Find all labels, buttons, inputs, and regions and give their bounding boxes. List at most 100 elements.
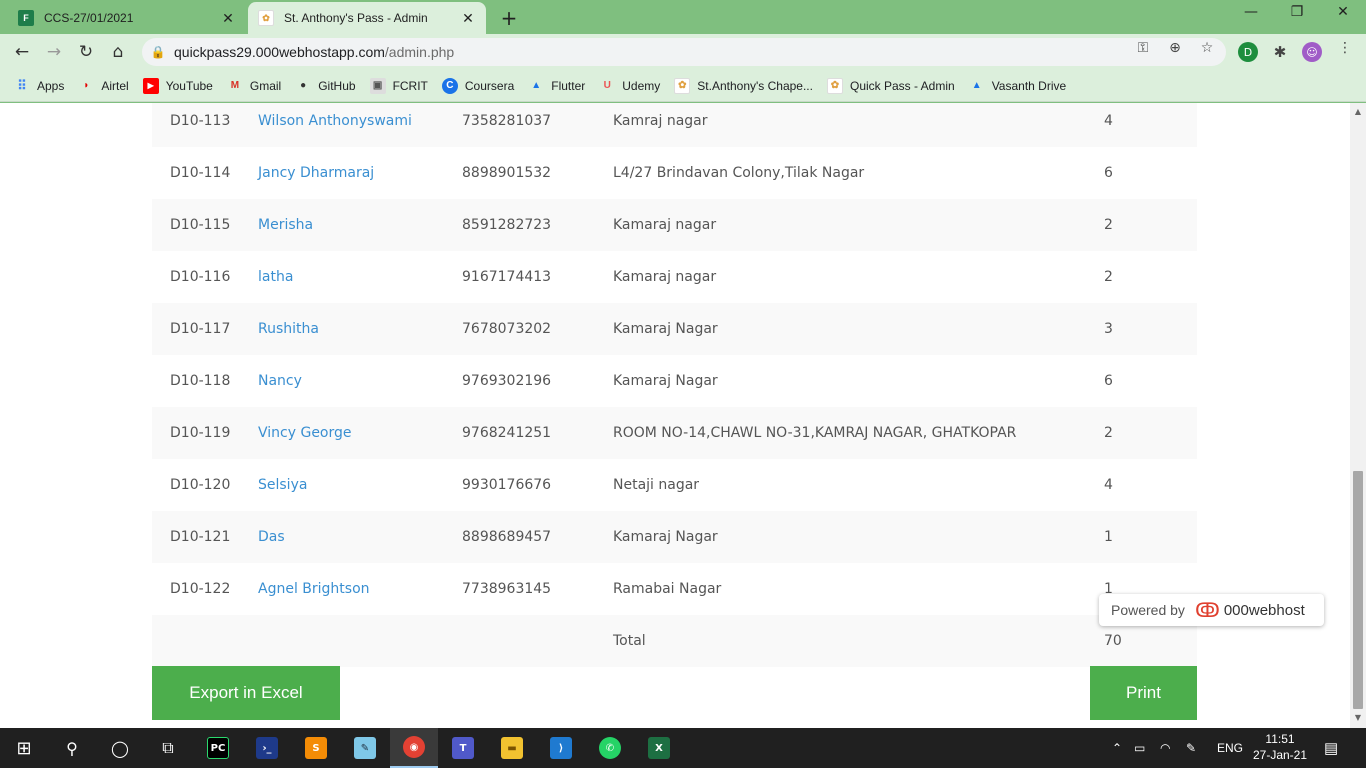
coursera-icon: C [441,77,458,94]
excel-icon[interactable]: X [635,728,683,768]
minimize-icon[interactable]: — [1228,4,1274,20]
github-icon: ● [300,80,307,91]
tab-ccs[interactable]: F CCS-27/01/2021 ✕ [8,2,246,34]
export-excel-button[interactable]: Export in Excel [152,666,340,720]
avatar[interactable]: ☺ [1302,42,1322,62]
vertical-scrollbar[interactable]: ▲ ▼ [1350,103,1366,728]
pen-icon[interactable]: ✎ [1186,728,1196,768]
pass-id: D10-121 [170,529,231,545]
bookmark-fcrit[interactable]: ▣ FCRIT [369,77,428,94]
holder-name-link[interactable]: Nancy [258,373,302,389]
star-icon[interactable]: ☆ [1196,40,1218,56]
file-explorer-icon[interactable]: ▬ [488,728,536,768]
bookmark-flutter[interactable]: ▲ Flutter [528,78,585,94]
holder-name-link[interactable]: Agnel Brightson [258,581,370,597]
pycharm-icon[interactable]: PC [194,728,242,768]
phone-number: 8898689457 [462,529,552,545]
search-icon[interactable]: ⚲ [48,728,96,768]
teams-icon[interactable]: T [439,728,487,768]
total-value: 70 [1104,633,1122,649]
back-icon[interactable]: ← [9,40,35,64]
notifications-icon[interactable]: ▤ [1324,728,1338,768]
holder-name-link[interactable]: Rushitha [258,321,319,337]
apps-grid-icon: ⠿ [17,77,27,93]
holder-name-link[interactable]: Jancy Dharmaraj [258,165,374,181]
address: Kamaraj nagar [613,269,717,285]
wifi-icon[interactable]: ◠ [1160,728,1170,768]
bookmark-github[interactable]: ● GitHub [295,78,355,94]
fcrit-icon: ▣ [369,77,386,94]
new-tab-icon[interactable]: + [498,6,520,30]
bookmark-coursera[interactable]: C Coursera [441,77,514,94]
table-row: D10-118 Nancy 9769302196 Kamaraj Nagar 6 [152,355,1197,407]
clock[interactable]: 11:51 27-Jan-21 [1248,731,1312,763]
cortana-icon[interactable]: ◯ [96,728,144,768]
address: Kamaraj Nagar [613,373,718,389]
scrollbar-thumb[interactable] [1353,471,1363,709]
menu-icon[interactable]: ⋮ [1334,40,1356,56]
member-count: 2 [1104,269,1113,285]
holder-name-link[interactable]: Das [258,529,285,545]
drive-icon: ▲ [971,80,982,91]
bookmark-udemy[interactable]: U Udemy [599,78,661,94]
print-button[interactable]: Print [1090,666,1197,720]
show-hidden-icon[interactable]: ⌃ [1112,728,1122,768]
pass-id: D10-120 [170,477,231,493]
bookmark-st-anthony[interactable]: ✿ St.Anthony's Chape... [674,77,813,94]
powershell-icon[interactable]: ›_ [243,728,291,768]
tab-admin[interactable]: ✿ St. Anthony's Pass - Admin ✕ [248,2,486,34]
home-icon[interactable]: ⌂ [105,40,131,64]
holder-name-link[interactable]: Selsiya [258,477,307,493]
table-row: D10-113 Wilson Anthonyswami 7358281037 Kamr… [152,103,1197,147]
address: Kamaraj Nagar [613,529,718,545]
reload-icon[interactable]: ↻ [73,40,99,64]
holder-name-link[interactable]: Wilson Anthonyswami [258,113,412,129]
scroll-up-icon[interactable]: ▲ [1350,107,1366,116]
extension-icon[interactable]: D [1238,42,1258,62]
restore-icon[interactable]: ❐ [1274,4,1320,20]
drive-icon: ▲ [531,80,542,91]
close-tab-icon[interactable]: ✕ [220,10,236,27]
member-count: 1 [1104,529,1113,545]
close-tab-icon[interactable]: ✕ [460,10,476,27]
bookmark-youtube[interactable]: ▶ YouTube [142,77,213,94]
key-icon[interactable]: ⚿ [1132,40,1154,56]
total-row: Total 70 [152,615,1197,667]
zoom-icon[interactable]: ⊕ [1164,40,1186,56]
scroll-down-icon[interactable]: ▼ [1350,713,1366,722]
udemy-icon: U [603,80,611,91]
total-label: Total [613,633,646,649]
puzzle-icon[interactable]: ✱ [1270,42,1290,62]
table-row: D10-115 Merisha 8591282723 Kamaraj nagar 2 [152,199,1197,251]
address: Kamraj nagar [613,113,708,129]
language-indicator[interactable]: ENG [1217,728,1243,768]
webhost-logo-icon: ↂ [1194,599,1220,622]
bookmark-quick-pass[interactable]: ✿ Quick Pass - Admin [826,77,955,94]
whatsapp-icon[interactable]: ✆ [586,728,634,768]
browser-chrome: F CCS-27/01/2021 ✕ ✿ St. Anthony's Pass … [0,0,1366,103]
close-window-icon[interactable]: ✕ [1320,4,1366,20]
address: Kamaraj nagar [613,217,717,233]
phone-number: 7678073202 [462,321,552,337]
holder-name-link[interactable]: Vincy George [258,425,352,441]
browser-toolbar: ← → ↻ ⌂ 🔒 quickpass29.000webhostapp.com … [0,34,1366,70]
bookmark-gmail[interactable]: M Gmail [227,78,282,94]
forward-icon[interactable]: → [41,40,67,64]
vscode-icon[interactable]: ⟩ [537,728,585,768]
notepad-icon[interactable]: ✎ [341,728,389,768]
bookmark-vasanth-drive[interactable]: ▲ Vasanth Drive [969,78,1066,94]
bookmark-apps[interactable]: ⠿ Apps [14,78,64,94]
task-view-icon[interactable]: ⧉ [144,728,192,768]
powered-text: Powered by [1111,602,1185,618]
sublime-icon[interactable]: S [292,728,340,768]
holder-name-link[interactable]: latha [258,269,293,285]
address-bar[interactable]: 🔒 quickpass29.000webhostapp.com /admin.p… [142,38,1226,66]
holder-name-link[interactable]: Merisha [258,217,313,233]
windows-start-icon[interactable]: ⊞ [0,728,48,768]
battery-icon[interactable]: ▭ [1134,728,1145,768]
member-count: 4 [1104,477,1113,493]
powered-by-badge[interactable]: Powered by ↂ 000webhost [1099,594,1324,626]
bookmark-airtel[interactable]: ◗ Airtel [78,78,128,94]
chrome-icon[interactable]: ◉ [390,728,438,768]
phone-number: 9930176676 [462,477,552,493]
